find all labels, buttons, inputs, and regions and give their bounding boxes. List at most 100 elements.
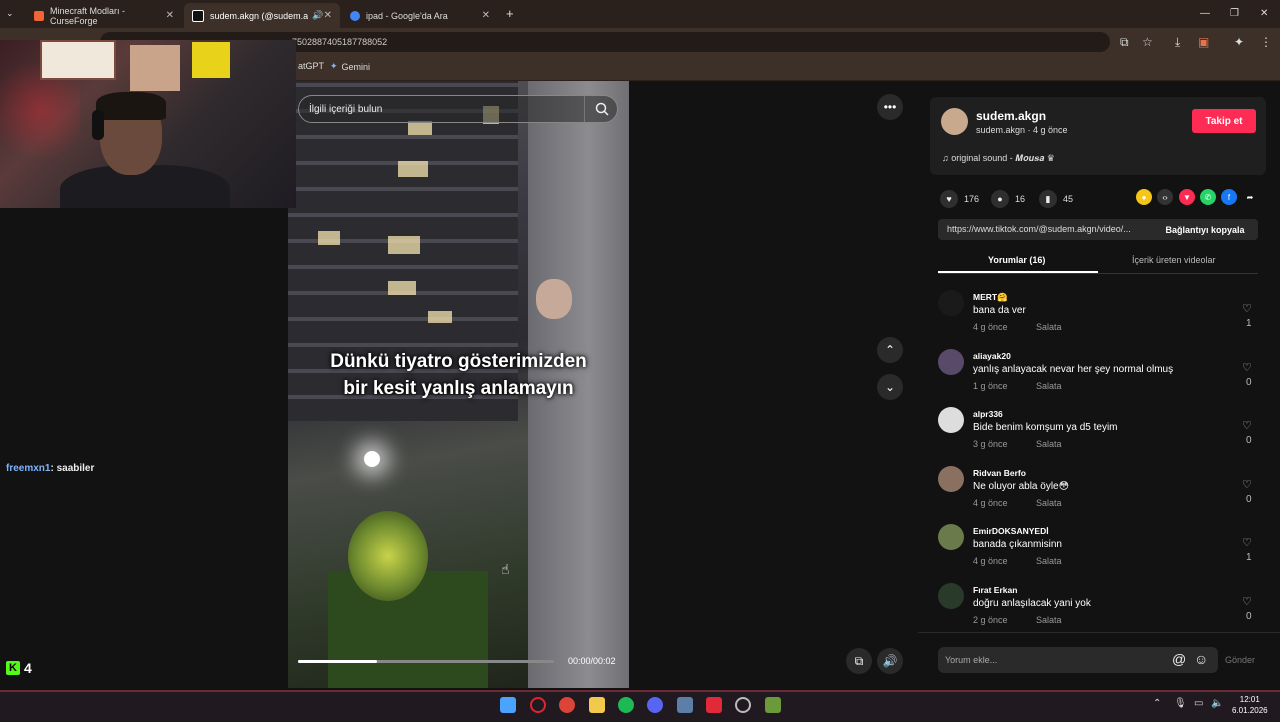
comment-reply[interactable]: Salata xyxy=(1036,498,1062,508)
speaker-icon[interactable]: 🔊 xyxy=(312,10,323,21)
bookmark-star-icon[interactable]: ☆ xyxy=(1142,35,1153,49)
install-app-icon[interactable]: ⧉ xyxy=(1120,35,1129,50)
commenter-name[interactable]: MERT🤗 xyxy=(973,292,1008,303)
minecraft-icon[interactable] xyxy=(765,697,781,713)
commenter-avatar[interactable] xyxy=(938,348,964,375)
send-to-friend-icon[interactable]: ▼ xyxy=(1179,189,1195,205)
video-player[interactable]: Dünkü tiyatro gösterimizden bir kesit ya… xyxy=(288,81,629,688)
bookmark-gemini[interactable]: ✦ Gemini xyxy=(330,61,370,72)
app-icon[interactable] xyxy=(677,697,693,713)
miniplayer-button[interactable]: ⧉ xyxy=(846,648,872,674)
commenter-name[interactable]: EmirDOKSANYEDİ xyxy=(973,526,1049,536)
close-icon[interactable]: ✕ xyxy=(166,10,174,21)
related-search-input[interactable]: İlgili içeriği bulun xyxy=(298,95,618,123)
mention-icon[interactable]: @ xyxy=(1172,651,1186,667)
whatsapp-icon[interactable]: ✆ xyxy=(1200,189,1216,205)
bookmark-chatgpt[interactable]: atGPT xyxy=(298,61,324,71)
commenter-avatar[interactable] xyxy=(938,465,964,492)
close-icon[interactable]: ✕ xyxy=(482,10,490,21)
tab-list-chevron-icon[interactable]: ⌄ xyxy=(6,8,14,19)
restore-button[interactable]: ❐ xyxy=(1230,8,1239,19)
tab-google[interactable]: ipad - Google'da Ara ✕ xyxy=(342,3,498,28)
volume-icon[interactable]: 🔈 xyxy=(1211,698,1223,709)
window-close-button[interactable]: ✕ xyxy=(1260,8,1268,19)
windows-start-icon[interactable] xyxy=(500,697,516,713)
tab-creator-videos[interactable]: İçerik üreten videolar xyxy=(1132,255,1216,265)
creator-avatar[interactable] xyxy=(941,108,968,135)
comment-placeholder: Yorum ekle... xyxy=(945,655,998,665)
search-button[interactable] xyxy=(584,96,619,122)
comment-heart-icon[interactable]: ♡ xyxy=(1242,361,1252,374)
commenter-name[interactable]: Ridvan Berfo xyxy=(973,468,1026,478)
menu-kebab-icon[interactable]: ⋮ xyxy=(1260,35,1272,49)
viewer-counter: K 4 xyxy=(6,660,32,676)
share-arrow-icon[interactable]: ➦ xyxy=(1242,189,1258,205)
opera-icon[interactable] xyxy=(530,697,546,713)
emoji-icon[interactable]: ☺ xyxy=(1194,651,1208,667)
comment-heart-icon[interactable]: ♡ xyxy=(1242,419,1252,432)
comment-reply[interactable]: Salata xyxy=(1036,322,1062,332)
close-icon[interactable]: ✕ xyxy=(324,10,332,21)
copy-link-button[interactable]: Bağlantıyı kopyala xyxy=(1152,219,1258,240)
minimize-button[interactable]: — xyxy=(1200,8,1210,19)
commenter-avatar[interactable] xyxy=(938,407,964,434)
microphone-icon[interactable]: 🎙 xyxy=(1174,698,1187,709)
commenter-avatar[interactable] xyxy=(938,524,964,551)
comment-time: 4 g önce xyxy=(973,556,1008,567)
warning-sign xyxy=(192,42,230,78)
new-tab-button[interactable]: + xyxy=(506,6,514,21)
commenter-name[interactable]: alpr336 xyxy=(973,409,1003,419)
file-explorer-icon[interactable] xyxy=(589,697,605,713)
creator-username[interactable]: sudem.akgn xyxy=(976,109,1046,123)
facebook-icon[interactable]: f xyxy=(1221,189,1237,205)
commenter-avatar[interactable] xyxy=(938,583,964,609)
comment-item: MERT🤗 bana da ver 4 g önce Salata ♡ 1 xyxy=(938,290,1258,345)
comment-heart-icon[interactable]: ♡ xyxy=(1242,478,1252,491)
tab-comments[interactable]: Yorumlar (16) xyxy=(988,255,1045,265)
sound-link[interactable]: ♫ original sound - 𝑴𝒐𝒖𝒔𝒂 ♛ xyxy=(942,153,1055,164)
comment-item: aliayak20 yanlış anlayacak nevar her şey … xyxy=(938,348,1258,404)
wall-poster xyxy=(40,40,116,80)
video-link[interactable]: https://www.tiktok.com/@sudem.akgn/video… xyxy=(947,224,1131,234)
comment-reply[interactable]: Salata xyxy=(1036,615,1062,625)
previous-video-button[interactable]: ⌃ xyxy=(877,337,903,363)
coin-share-icon[interactable]: ● xyxy=(1136,189,1152,205)
comment-heart-icon[interactable]: ♡ xyxy=(1242,536,1252,549)
chevron-down-icon: ⌄ xyxy=(884,380,896,394)
comment-item: EmirDOKSANYEDİ banada çıkanmisinn 4 g önce… xyxy=(938,524,1258,579)
chrome-icon[interactable] xyxy=(559,697,575,713)
download-icon[interactable]: ⤓ xyxy=(1175,35,1180,50)
tray-chevron-icon[interactable]: ⌃ xyxy=(1153,698,1161,709)
save-stat[interactable]: ▮ 45 xyxy=(1039,190,1073,208)
comment-heart-icon[interactable]: ♡ xyxy=(1242,302,1252,315)
steam-icon[interactable] xyxy=(735,697,751,713)
comment-time: 4 g önce xyxy=(973,322,1008,332)
comment-reply[interactable]: Salata xyxy=(1036,439,1062,449)
comment-reply[interactable]: Salata xyxy=(1036,381,1062,391)
follow-button[interactable]: Takip et xyxy=(1192,109,1256,133)
app-icon[interactable] xyxy=(706,697,722,713)
taskbar-clock[interactable]: 12:01 6.01.2026 xyxy=(1232,694,1268,716)
like-stat[interactable]: ♥ 176 xyxy=(940,190,979,208)
tab-tiktok[interactable]: sudem.akgn (@sudem.akgn) 🔊 ✕ xyxy=(184,3,340,28)
commenter-name[interactable]: Fırat Erkan xyxy=(973,585,1017,595)
volume-button[interactable]: 🔊 xyxy=(877,648,903,674)
translate-icon[interactable]: ▣ xyxy=(1198,35,1209,49)
comment-heart-icon[interactable]: ♡ xyxy=(1242,595,1252,608)
send-button[interactable]: Gönder xyxy=(1225,655,1255,665)
next-video-button[interactable]: ⌄ xyxy=(877,374,903,400)
comment-reply[interactable]: Salata xyxy=(1036,556,1062,566)
embed-code-icon[interactable]: ‹› xyxy=(1157,189,1173,205)
discord-icon[interactable] xyxy=(647,697,663,713)
spotify-icon[interactable] xyxy=(618,697,634,713)
url-text: 7502887405187788052 xyxy=(292,37,388,47)
tab-curseforge[interactable]: Minecraft Modları - CurseForge ✕ xyxy=(26,3,182,28)
extensions-icon[interactable]: ✦ xyxy=(1234,35,1244,49)
lit-window xyxy=(318,231,340,245)
network-icon[interactable]: ▭ xyxy=(1194,698,1203,709)
comment-item: Ridvan Berfo Ne oluyor abla öyle😳 4 g önce… xyxy=(938,465,1258,521)
more-options-button[interactable]: ••• xyxy=(877,94,903,120)
commenter-avatar[interactable] xyxy=(938,290,964,316)
comment-stat[interactable]: ● 16 xyxy=(991,190,1025,208)
commenter-name[interactable]: aliayak20 xyxy=(973,351,1011,361)
